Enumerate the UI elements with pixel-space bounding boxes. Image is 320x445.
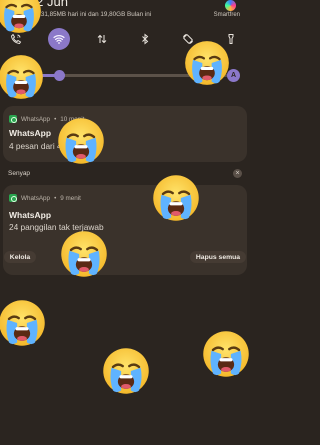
- clear-silent-button[interactable]: ×: [233, 169, 242, 178]
- notification-title: WhatsApp: [9, 210, 52, 220]
- clear-all-button[interactable]: Hapus semua: [190, 251, 246, 263]
- loudly-crying-face-icon: [100, 345, 152, 397]
- notification-app-name: WhatsApp: [21, 194, 51, 202]
- loudly-crying-face-icon: [0, 0, 44, 36]
- notification-separator: •: [54, 194, 57, 202]
- mobile-data-icon: [97, 34, 107, 44]
- brightness-thumb[interactable]: [54, 70, 66, 81]
- notification-title: WhatsApp: [9, 128, 52, 138]
- whatsapp-icon: [9, 115, 17, 123]
- whatsapp-notification-card[interactable]: WhatsApp • 10 menit WhatsApp 4 pesan dar…: [3, 106, 247, 162]
- notification-time: 9 menit: [60, 194, 81, 202]
- whatsapp-icon: [9, 194, 17, 202]
- bluetooth-icon: [142, 33, 149, 45]
- wifi-icon: [53, 35, 65, 44]
- loudly-crying-face-icon: [58, 228, 110, 280]
- loudly-crying-face-icon: [0, 52, 46, 102]
- loudly-crying-face-icon: [150, 172, 202, 224]
- bluetooth-toggle[interactable]: [134, 28, 156, 50]
- carrier-logo-icon: [225, 0, 236, 11]
- carrier-label: Smartfren: [213, 12, 240, 18]
- loudly-crying-face-icon: [182, 38, 232, 88]
- notification-app-name: WhatsApp: [21, 115, 51, 123]
- notification-header: WhatsApp • 9 menit: [9, 194, 81, 202]
- loudly-crying-face-icon: [200, 328, 250, 380]
- notification-shade: Min, 2 Jun nggunakan 31,85MB hari ini da…: [0, 0, 250, 445]
- mobile-data-toggle[interactable]: [91, 28, 113, 50]
- loudly-crying-face-icon: [55, 115, 107, 167]
- manage-button[interactable]: Kelola: [4, 251, 36, 263]
- loudly-crying-face-icon: [0, 297, 48, 349]
- wifi-toggle[interactable]: [48, 28, 70, 50]
- silent-section-label: Senyap: [8, 170, 31, 177]
